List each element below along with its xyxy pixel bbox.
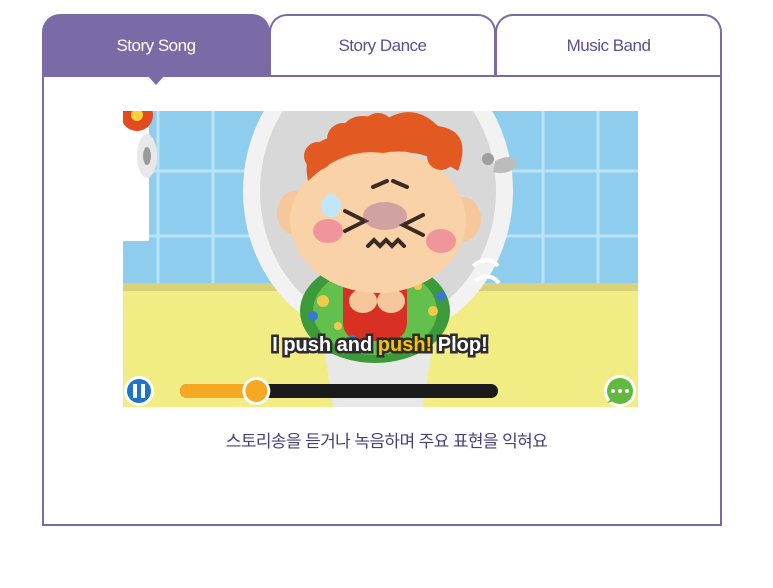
pause-icon[interactable]: [124, 376, 154, 406]
panel-caption: 스토리송을 듣거나 녹음하며 주요 표현을 익혀요: [225, 432, 548, 451]
video-frame-illustration: I push and push! Plop!: [123, 111, 638, 407]
progress-knob-center: [245, 380, 268, 402]
active-tab-pointer: [146, 74, 166, 85]
subtitle-part1: I push and: [272, 334, 378, 356]
tab-story-dance[interactable]: Story Dance: [269, 14, 496, 76]
subtitle-part2: Plop!: [432, 334, 488, 356]
video-subtitle: I push and push! Plop!: [272, 334, 488, 356]
tab-music-band[interactable]: Music Band: [495, 14, 722, 76]
tab-music-band-label: Music Band: [566, 36, 651, 55]
tab-story-dance-label: Story Dance: [338, 36, 427, 55]
tab-story-song[interactable]: Story Song: [42, 14, 270, 76]
video-player[interactable]: I push and push! Plop!: [123, 111, 638, 407]
chat-bubble-icon[interactable]: [604, 375, 636, 407]
subtitle-highlight: push!: [378, 334, 432, 356]
panel-divider: [42, 75, 722, 77]
tab-story-song-label: Story Song: [116, 36, 196, 55]
